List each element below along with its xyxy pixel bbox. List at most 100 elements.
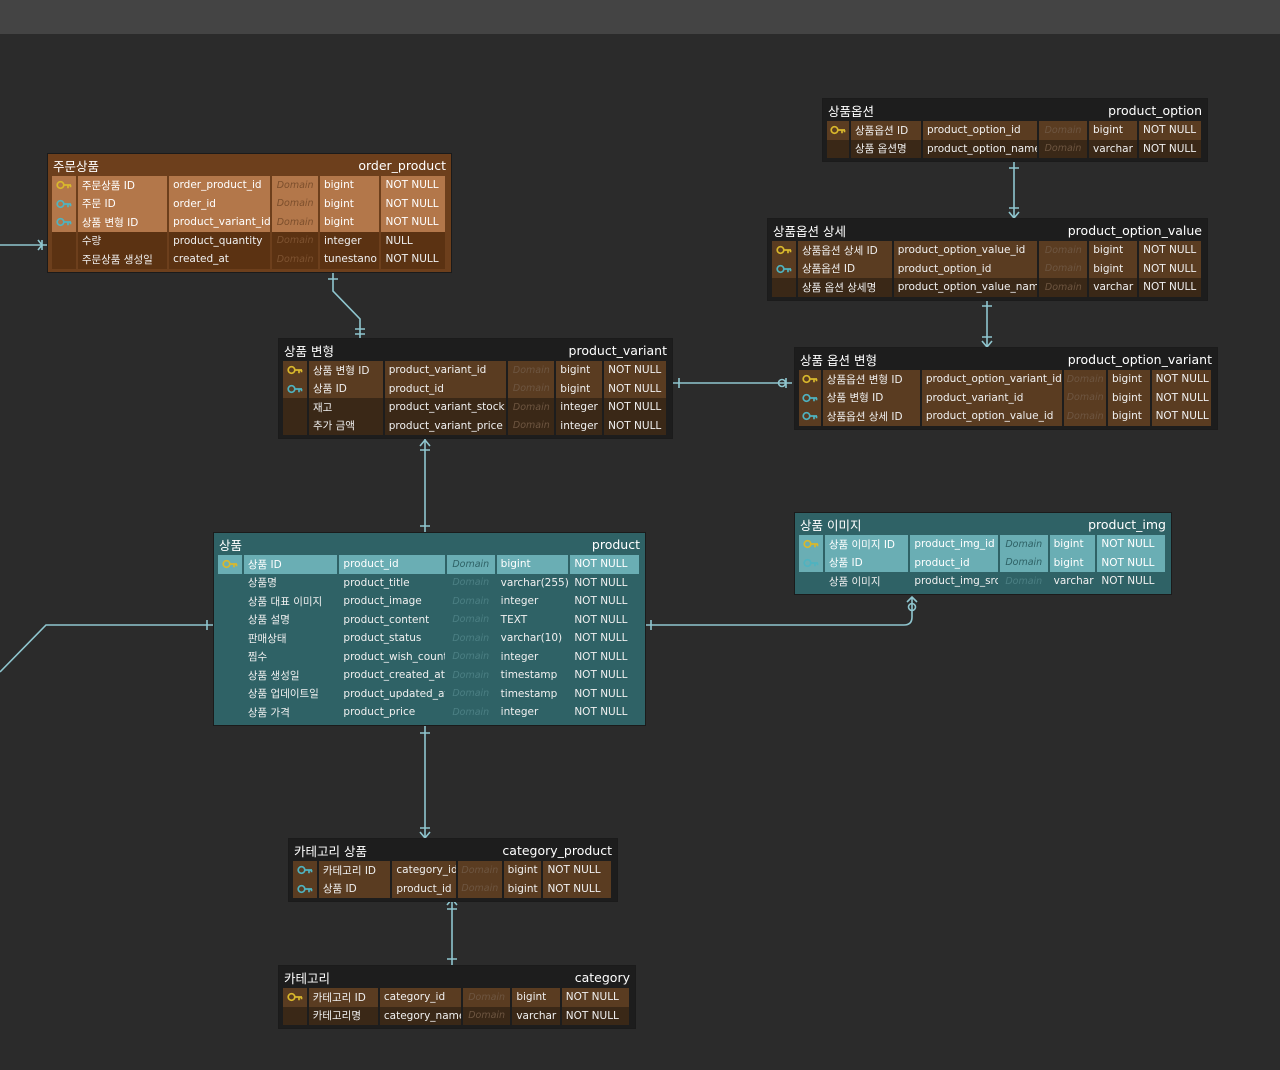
table-row[interactable]: 상품 이미지 ID product_img_id Domain bigint NOT N… (799, 535, 1167, 554)
column-domain: Domain (1064, 407, 1108, 426)
table-row[interactable]: 상품 옵션 상세명 product_option_value_name Domain… (772, 278, 1203, 297)
table-row[interactable]: 추가 금액 product_variant_price Domain integer N… (283, 416, 668, 435)
table-row[interactable]: 상품옵션 상세 ID product_option_value_id Domain b… (799, 407, 1213, 426)
primary-key-icon (799, 370, 823, 389)
key-cell (218, 573, 244, 592)
table-product-option[interactable]: 상품옵션 product_option 상품옵션 ID product_option_… (822, 98, 1208, 162)
key-cell (283, 398, 309, 417)
table-row[interactable]: 상품 변형 ID product_variant_id Domain bigint NO… (799, 388, 1213, 407)
table-header[interactable]: 상품옵션 상세 product_option_value (768, 219, 1207, 241)
table-product[interactable]: 상품 product 상품 ID product_id Domain bigint NOT … (213, 532, 646, 726)
foreign-key-icon (52, 213, 78, 232)
table-product-option-value[interactable]: 상품옵션 상세 product_option_value 상품옵션 상세 ID pro… (767, 218, 1208, 301)
table-header[interactable]: 상품 변형 product_variant (279, 339, 672, 361)
column-logical-name: 상품 ID (318, 879, 393, 898)
column-nullability: NOT NULL (604, 361, 668, 380)
key-cell (283, 1006, 309, 1025)
column-nullability: NOT NULL (570, 629, 641, 648)
table-row[interactable]: 상품 ID product_id Domain bigint NOT NULL (218, 555, 641, 574)
table-order-product[interactable]: 주문상품 order_product 주문상품 ID order_product_id… (47, 153, 452, 273)
table-header[interactable]: 상품 product (214, 533, 645, 555)
column-data-type: bigint (556, 379, 605, 398)
table-header[interactable]: 상품옵션 product_option (823, 99, 1207, 121)
table-header[interactable]: 주문상품 order_product (48, 154, 451, 176)
table-row[interactable]: 카테고리 ID category_id Domain bigint NOT NULL (293, 861, 613, 880)
column-data-type: varchar(255) (496, 573, 571, 592)
column-domain: Domain (446, 703, 497, 722)
column-data-type: varchar (1049, 572, 1098, 591)
column-nullability: NOT NULL (570, 573, 641, 592)
column-nullability: NOT NULL (1139, 278, 1203, 297)
table-logical-name: 카테고리 (284, 970, 331, 986)
column-data-type: integer (556, 416, 605, 435)
table-row[interactable]: 수량 product_quantity Domain integer NULL (52, 231, 447, 250)
table-row[interactable]: 상품 가격 product_price Domain integer NOT NULL (218, 703, 641, 722)
table-row[interactable]: 상품 ID product_id Domain bigint NOT NULL (283, 379, 668, 398)
column-logical-name: 상품 설명 (243, 610, 340, 629)
table-row[interactable]: 주문 ID order_id Domain bigint NOT NULL (52, 194, 447, 213)
column-physical-name: product_variant_price (384, 416, 509, 435)
column-domain: Domain (1039, 139, 1089, 158)
table-row[interactable]: 카테고리명 category_name Domain varchar NOT NULL (283, 1006, 631, 1025)
table-header[interactable]: 카테고리 상품 category_product (289, 839, 617, 861)
table-physical-name: product_option (1108, 102, 1202, 118)
column-logical-name: 수량 (77, 231, 170, 250)
table-row[interactable]: 상품 생성일 product_created_at Domain timestamp N… (218, 666, 641, 685)
table-row[interactable]: 상품 ID product_id Domain bigint NOT NULL (799, 553, 1167, 572)
column-physical-name: product_option_id (923, 121, 1039, 140)
table-row[interactable]: 상품 변형 ID product_variant_id Domain bigint NO… (52, 213, 447, 232)
table-columns: 상품 변형 ID product_variant_id Domain bigint NO… (279, 361, 672, 438)
table-row[interactable]: 상품 ID product_id Domain bigint NOT NULL (293, 879, 613, 898)
column-data-type: bigint (503, 879, 544, 898)
column-data-type: tunestano (319, 250, 382, 269)
table-logical-name: 상품옵션 상세 (773, 223, 846, 239)
table-row[interactable]: 상품 옵션명 product_option_name Domain varchar NO… (827, 139, 1203, 158)
table-header[interactable]: 상품 옵션 변형 product_option_variant (795, 348, 1217, 370)
table-product-option-variant[interactable]: 상품 옵션 변형 product_option_variant 상품옵션 변형 ID… (794, 347, 1218, 430)
table-row[interactable]: 상품 변형 ID product_variant_id Domain bigint NO… (283, 361, 668, 380)
table-row[interactable]: 주문상품 ID order_product_id Domain bigint NOT N… (52, 176, 447, 195)
column-physical-name: product_option_value_name (893, 278, 1040, 297)
primary-key-icon (799, 535, 825, 554)
table-row[interactable]: 상품 대표 이미지 product_image Domain integer NOT N… (218, 592, 641, 611)
table-row[interactable]: 카테고리 ID category_id Domain bigint NOT NULL (283, 988, 631, 1007)
column-nullability: NOT NULL (381, 194, 447, 213)
table-physical-name: category (574, 969, 630, 985)
table-row[interactable]: 상품 이미지 product_img_src Domain varchar NOT NU… (799, 572, 1167, 591)
table-product-img[interactable]: 상품 이미지 product_img 상품 이미지 ID product_img_id… (794, 512, 1172, 595)
column-logical-name: 상품 대표 이미지 (243, 592, 340, 611)
column-domain: Domain (446, 666, 497, 685)
column-nullability: NOT NULL (1151, 388, 1213, 407)
table-row[interactable]: 상품옵션 ID product_option_id Domain bigint NOT … (827, 121, 1203, 140)
table-logical-name: 상품 이미지 (800, 517, 862, 533)
column-logical-name: 상품옵션 상세 ID (797, 241, 894, 260)
table-columns: 상품옵션 ID product_option_id Domain bigint NOT … (823, 121, 1207, 161)
table-row[interactable]: 상품 설명 product_content Domain TEXT NOT NULL (218, 610, 641, 629)
table-row[interactable]: 판매상태 product_status Domain varchar(10) NOT N… (218, 629, 641, 648)
column-physical-name: product_option_name (923, 139, 1039, 158)
table-header[interactable]: 상품 이미지 product_img (795, 513, 1171, 535)
column-physical-name: order_id (169, 194, 273, 213)
table-category[interactable]: 카테고리 category 카테고리 ID category_id Domain bigi… (278, 965, 636, 1029)
table-product-variant[interactable]: 상품 변형 product_variant 상품 변형 ID product_vari… (278, 338, 673, 439)
table-row[interactable]: 상품옵션 변형 ID product_option_variant_id Domai… (799, 370, 1213, 389)
table-row[interactable]: 재고 product_variant_stock Domain integer NOT … (283, 398, 668, 417)
column-domain: Domain (457, 879, 504, 898)
column-logical-name: 상품 변형 ID (77, 213, 170, 232)
table-row[interactable]: 상품 업데이트일 product_updated_at Domain timestam… (218, 684, 641, 703)
table-category-product[interactable]: 카테고리 상품 category_product 카테고리 ID category_i… (288, 838, 618, 902)
table-row[interactable]: 상품옵션 상세 ID product_option_value_id Domain b… (772, 241, 1203, 260)
table-row[interactable]: 주문상품 생성일 created_at Domain tunestano NOT NUL… (52, 250, 447, 269)
table-row[interactable]: 찜수 product_wish_count Domain integer NOT NUL… (218, 647, 641, 666)
column-data-type: bigint (556, 361, 605, 380)
column-logical-name: 주문상품 ID (77, 176, 170, 195)
foreign-key-icon (293, 879, 319, 898)
column-physical-name: product_id (910, 553, 1000, 572)
table-physical-name: category_product (502, 842, 612, 858)
column-logical-name: 상품옵션 상세 ID (822, 407, 922, 426)
table-header[interactable]: 카테고리 category (279, 966, 635, 988)
key-cell (218, 647, 244, 666)
table-row[interactable]: 상품옵션 ID product_option_id Domain bigint NOT … (772, 259, 1203, 278)
table-row[interactable]: 상품명 product_title Domain varchar(255) NOT NU… (218, 573, 641, 592)
column-domain: Domain (508, 416, 557, 435)
